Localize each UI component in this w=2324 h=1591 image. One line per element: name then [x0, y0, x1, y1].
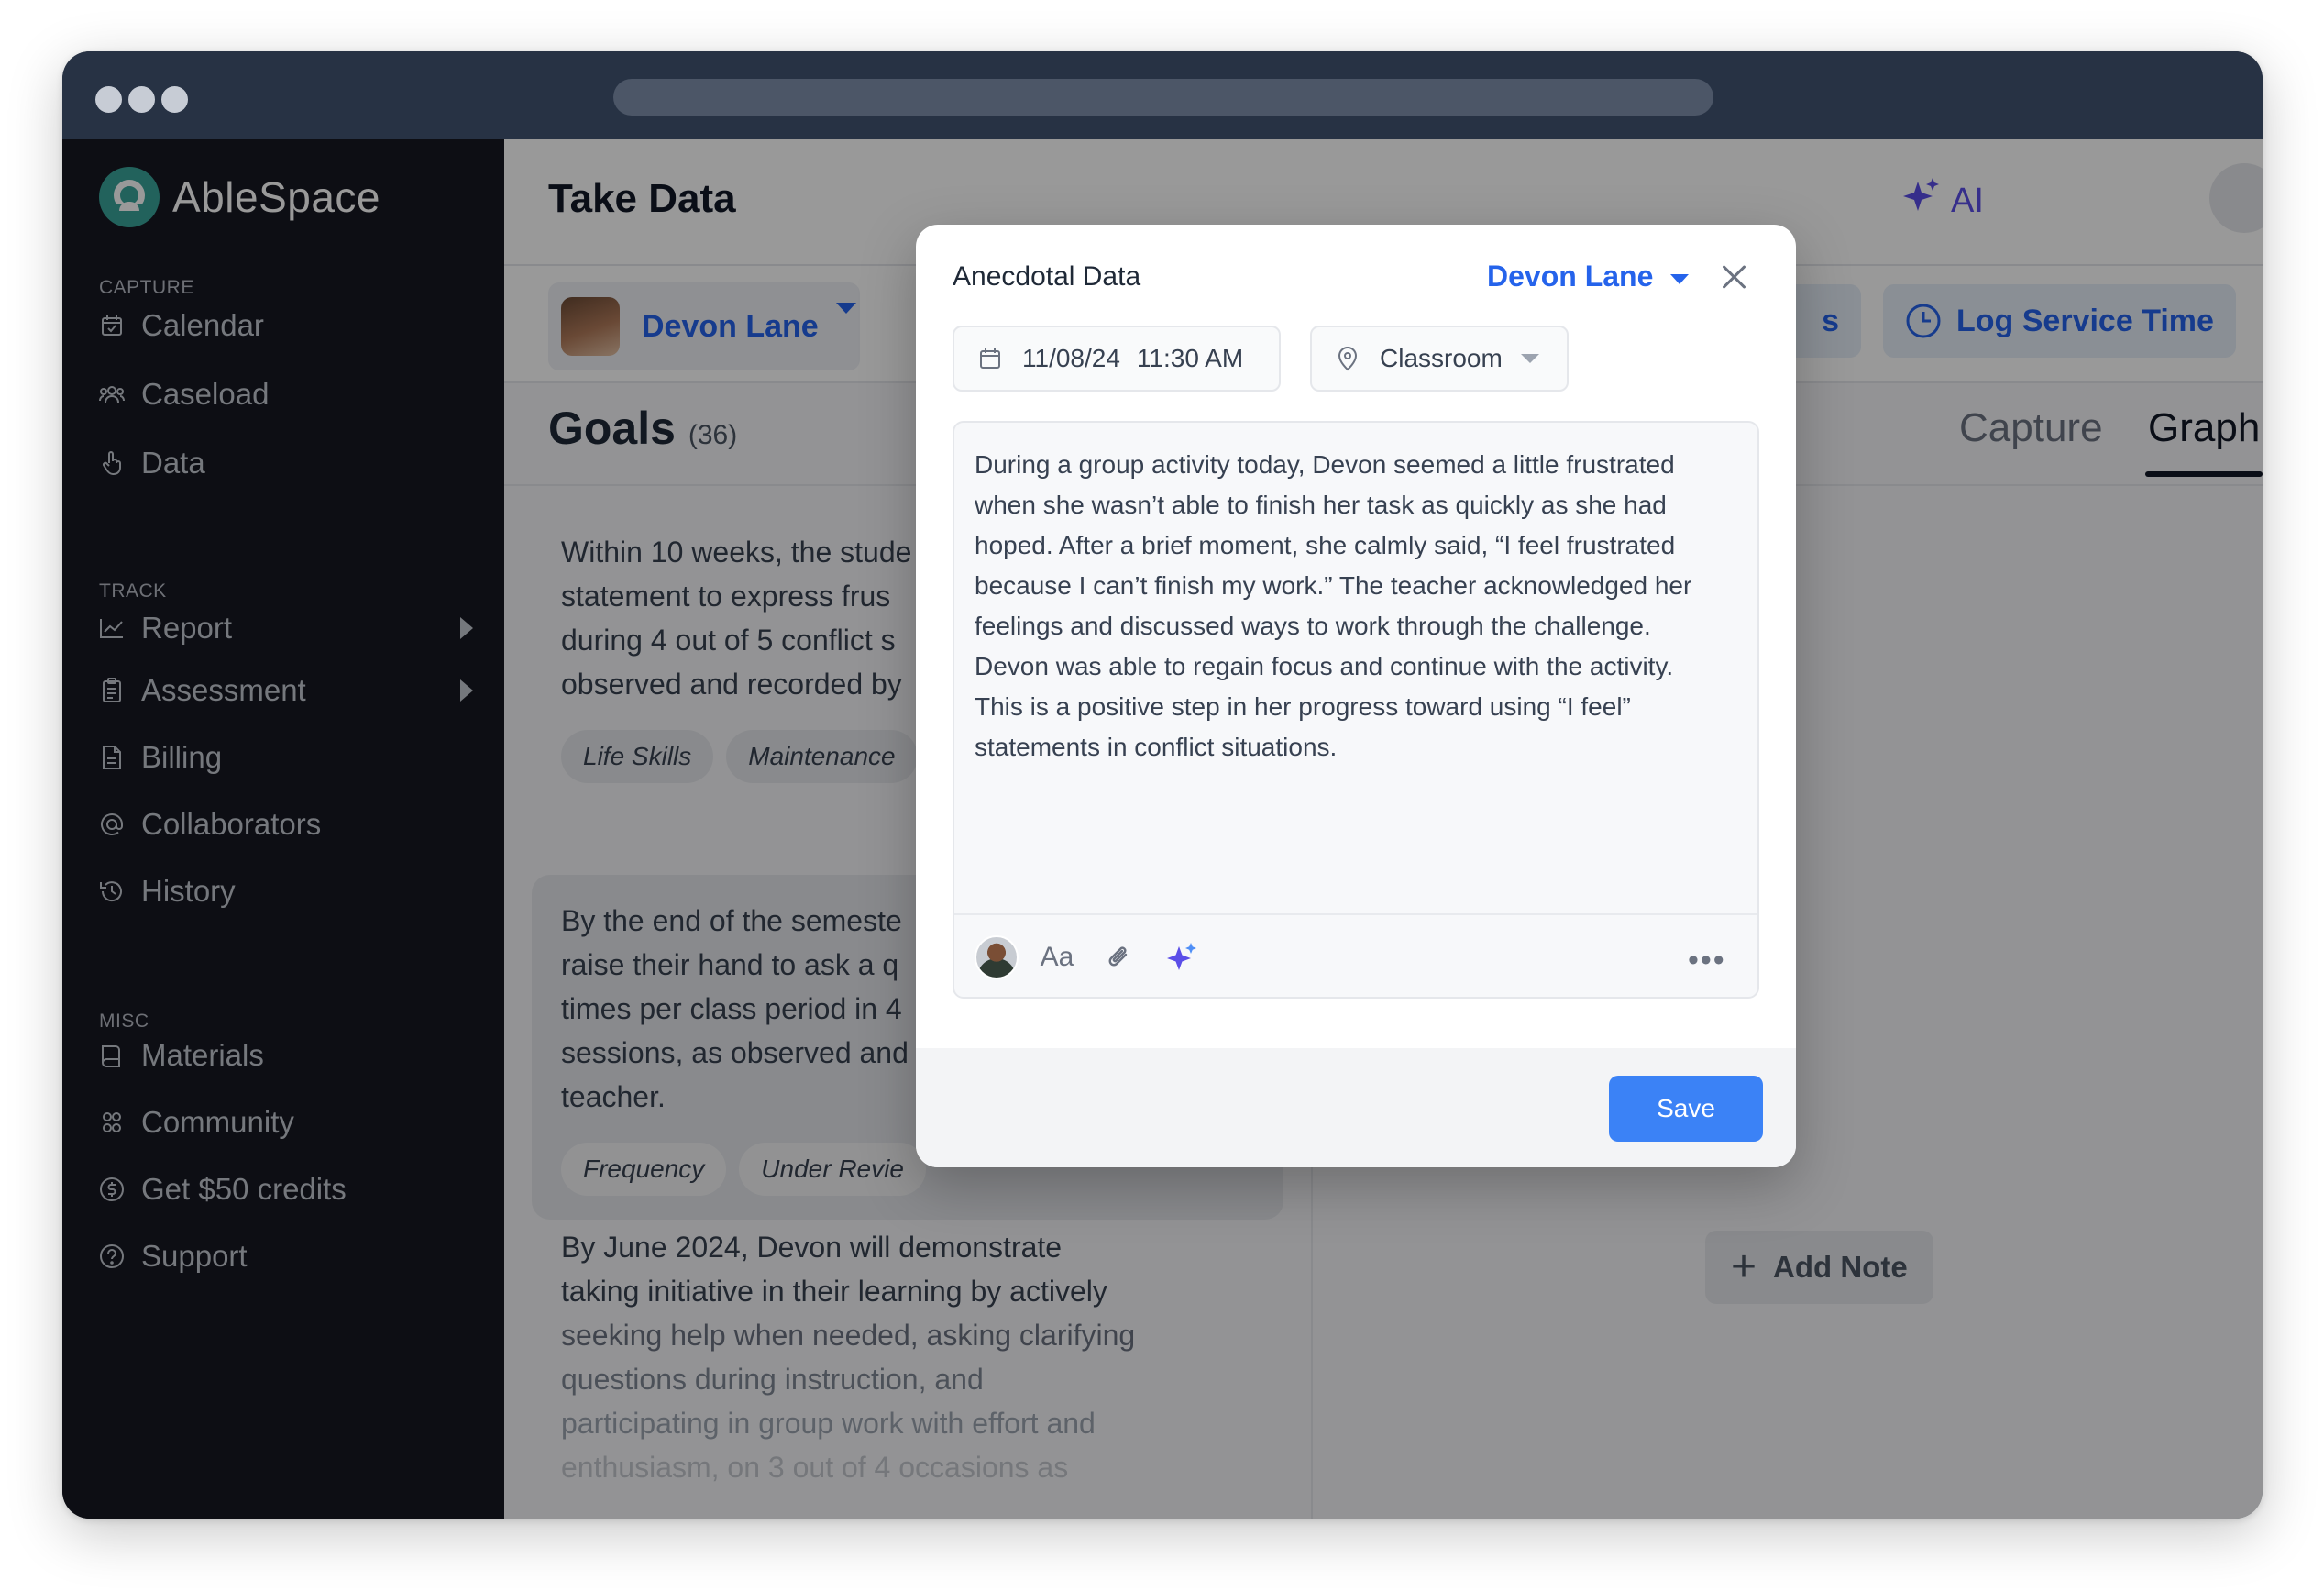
save-button[interactable]: Save: [1609, 1076, 1763, 1142]
ai-assist-button[interactable]: [1160, 935, 1204, 979]
text-format-button[interactable]: Aa: [1035, 935, 1079, 979]
paperclip-icon: [1106, 943, 1133, 972]
chevron-down-icon[interactable]: [1670, 274, 1689, 284]
window-maximize-dot[interactable]: [161, 86, 188, 113]
date-time-picker[interactable]: 11/08/24 11:30 AM: [953, 326, 1281, 392]
author-avatar[interactable]: [975, 935, 1019, 979]
window-titlebar: [62, 51, 2263, 139]
modal-student-selector[interactable]: Devon Lane: [1487, 260, 1653, 293]
window-minimize-dot[interactable]: [128, 86, 155, 113]
address-bar[interactable]: [613, 79, 1713, 116]
modal-footer: Save: [916, 1048, 1796, 1167]
anecdotal-data-modal: Anecdotal Data Devon Lane 11/08/24 11:30…: [916, 225, 1796, 1167]
close-icon[interactable]: [1719, 261, 1750, 293]
location-pin-icon: [1334, 345, 1361, 372]
modal-title: Anecdotal Data: [953, 261, 1141, 292]
note-editor[interactable]: During a group activity today, Devon see…: [953, 421, 1759, 999]
editor-toolbar: Aa •••: [954, 913, 1757, 999]
chevron-down-icon: [1520, 354, 1539, 363]
location-value: Classroom: [1380, 344, 1503, 372]
app-window: AbleSpace CAPTURE Calendar Caseload Data…: [62, 51, 2263, 1519]
attach-button[interactable]: [1097, 935, 1141, 979]
date-value: 11/08/24: [1022, 344, 1120, 372]
location-select[interactable]: Classroom: [1310, 326, 1569, 392]
text-format-icon: Aa: [1040, 942, 1074, 972]
note-text[interactable]: During a group activity today, Devon see…: [975, 445, 1735, 768]
time-value: 11:30 AM: [1136, 344, 1244, 372]
window-close-dot[interactable]: [95, 86, 122, 113]
sparkle-icon: [1165, 941, 1198, 974]
more-options-icon[interactable]: •••: [1688, 943, 1726, 978]
calendar-icon: [976, 345, 1004, 372]
